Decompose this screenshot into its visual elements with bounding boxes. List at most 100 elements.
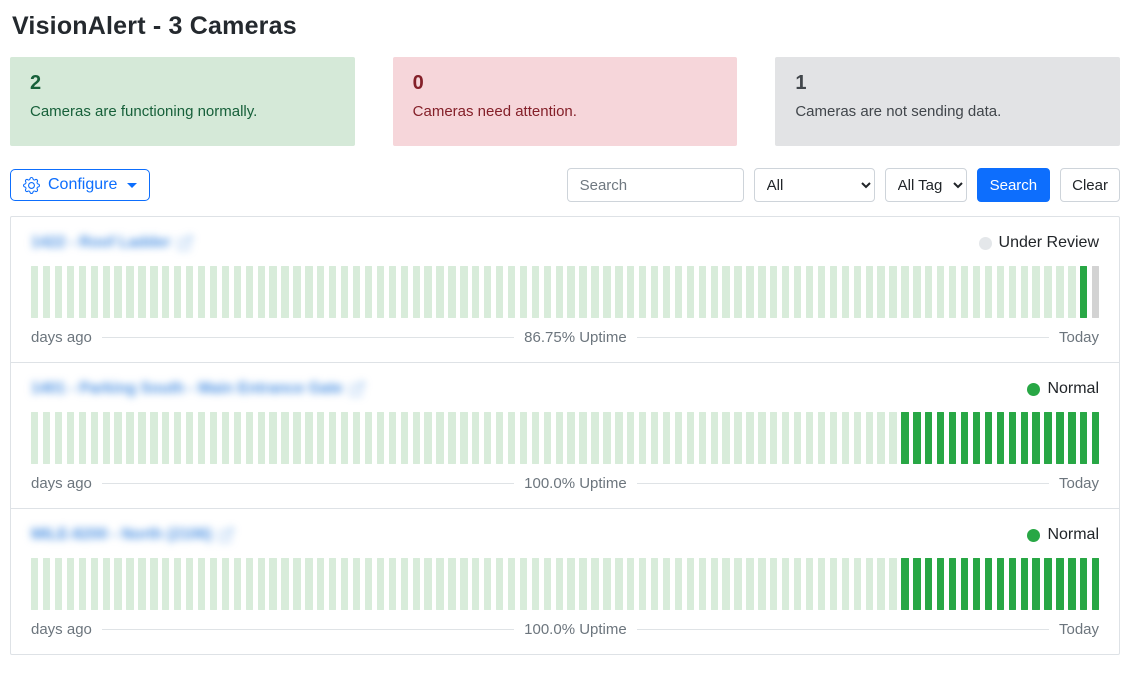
summary-label-attention: Cameras need attention.	[413, 103, 718, 120]
uptime-bar-up-historic	[591, 412, 598, 464]
uptime-bar-up-historic	[114, 558, 121, 610]
uptime-bar-up-historic	[210, 266, 217, 318]
configure-button[interactable]: Configure	[10, 169, 150, 201]
uptime-bar-up-historic	[55, 412, 62, 464]
uptime-bar-up-historic	[567, 412, 574, 464]
uptime-bar-up-historic	[448, 558, 455, 610]
uptime-bar-up-historic	[675, 558, 682, 610]
uptime-bar-up-historic	[329, 412, 336, 464]
uptime-bar-up-historic	[377, 558, 384, 610]
clear-button[interactable]: Clear	[1060, 168, 1120, 202]
tag-filter-select[interactable]: All Tags	[885, 168, 967, 202]
uptime-bar-up-historic	[913, 266, 920, 318]
uptime-bar-up-historic	[472, 266, 479, 318]
uptime-bar-up-historic	[770, 412, 777, 464]
uptime-bar-up-historic	[663, 558, 670, 610]
uptime-bar-up-recent	[1080, 412, 1087, 464]
uptime-bar-up-historic	[603, 266, 610, 318]
search-input[interactable]	[567, 168, 744, 202]
uptime-bar-up-historic	[341, 266, 348, 318]
status-dot	[1027, 529, 1040, 542]
uptime-bar-up-historic	[55, 558, 62, 610]
summary-card-normal: 2 Cameras are functioning normally.	[10, 57, 355, 146]
uptime-bar-up-historic	[770, 266, 777, 318]
uptime-bar-up-historic	[627, 412, 634, 464]
uptime-bar-up-historic	[317, 266, 324, 318]
uptime-bar-up-historic	[210, 558, 217, 610]
uptime-bar-up-historic	[234, 412, 241, 464]
page-title: VisionAlert - 3 Cameras	[12, 12, 1120, 41]
uptime-bar-up-historic	[103, 266, 110, 318]
uptime-bar-up-historic	[222, 412, 229, 464]
uptime-bar-up-historic	[818, 266, 825, 318]
uptime-bar-up-historic	[293, 266, 300, 318]
uptime-bar-up-historic	[770, 558, 777, 610]
uptime-bar-up-historic	[734, 266, 741, 318]
uptime-bar-up-historic	[711, 266, 718, 318]
uptime-bar-up-historic	[734, 412, 741, 464]
uptime-bar-up-historic	[746, 412, 753, 464]
uptime-bar-up-historic	[31, 266, 38, 318]
status-badge: Normal	[1027, 526, 1099, 544]
uptime-bar-up-historic	[460, 412, 467, 464]
uptime-bar-up-recent	[901, 412, 908, 464]
status-dot	[979, 237, 992, 250]
type-filter-select[interactable]: All	[754, 168, 875, 202]
search-button[interactable]: Search	[977, 168, 1051, 202]
uptime-bar-up-historic	[365, 412, 372, 464]
uptime-bar-up-historic	[925, 266, 932, 318]
uptime-bar-up-historic	[234, 266, 241, 318]
uptime-bar-up-historic	[401, 266, 408, 318]
uptime-bar-up-historic	[1068, 266, 1075, 318]
uptime-bar-up-historic	[961, 266, 968, 318]
uptime-bar-up-historic	[138, 266, 145, 318]
configure-button-label: Configure	[48, 176, 117, 194]
uptime-bar-up-historic	[436, 266, 443, 318]
uptime-bar-up-recent	[961, 558, 968, 610]
uptime-bar-up-historic	[734, 558, 741, 610]
uptime-bar-up-historic	[591, 558, 598, 610]
uptime-bar-up-historic	[496, 266, 503, 318]
uptime-bar-up-historic	[663, 412, 670, 464]
axis-start-label: days ago	[31, 329, 92, 346]
uptime-bar-up-historic	[269, 412, 276, 464]
uptime-bar-up-historic	[67, 558, 74, 610]
uptime-bar-up-historic	[675, 412, 682, 464]
uptime-bar-up-historic	[401, 558, 408, 610]
uptime-bar-chart	[31, 412, 1099, 464]
uptime-bar-up-historic	[567, 266, 574, 318]
uptime-bar-up-historic	[699, 558, 706, 610]
uptime-bar-up-historic	[329, 266, 336, 318]
uptime-bar-up-historic	[520, 558, 527, 610]
status-label: Normal	[1047, 380, 1099, 398]
uptime-bar-up-historic	[854, 558, 861, 610]
uptime-bar-up-historic	[222, 558, 229, 610]
uptime-bar-up-historic	[317, 558, 324, 610]
uptime-bar-up-recent	[985, 412, 992, 464]
uptime-bar-up-historic	[305, 412, 312, 464]
uptime-bar-up-recent	[925, 412, 932, 464]
uptime-bar-up-historic	[937, 266, 944, 318]
uptime-bar-up-historic	[854, 412, 861, 464]
uptime-bar-up-historic	[830, 412, 837, 464]
uptime-bar-up-recent	[1080, 266, 1087, 318]
uptime-bar-up-historic	[615, 266, 622, 318]
summary-label-normal: Cameras are functioning normally.	[30, 103, 335, 120]
uptime-bar-up-historic	[150, 558, 157, 610]
uptime-bar-up-historic	[782, 412, 789, 464]
uptime-bar-up-recent	[1021, 558, 1028, 610]
camera-name-link[interactable]: 1401 - Parking South - Main Entrance Gat…	[31, 380, 364, 398]
uptime-bar-up-recent	[937, 412, 944, 464]
uptime-bar-up-recent	[1056, 412, 1063, 464]
camera-name-link[interactable]: MILE-8200 - North (2106)	[31, 526, 233, 544]
uptime-bar-up-historic	[794, 558, 801, 610]
uptime-bar-up-historic	[722, 266, 729, 318]
camera-name-link[interactable]: 1422 - Roof Ladder	[31, 234, 192, 252]
uptime-bar-up-historic	[556, 412, 563, 464]
uptime-bar-up-historic	[138, 558, 145, 610]
uptime-bar-up-historic	[198, 266, 205, 318]
external-link-icon	[219, 528, 233, 542]
uptime-bar-up-historic	[138, 412, 145, 464]
uptime-bar-up-historic	[627, 558, 634, 610]
uptime-bar-up-historic	[651, 266, 658, 318]
